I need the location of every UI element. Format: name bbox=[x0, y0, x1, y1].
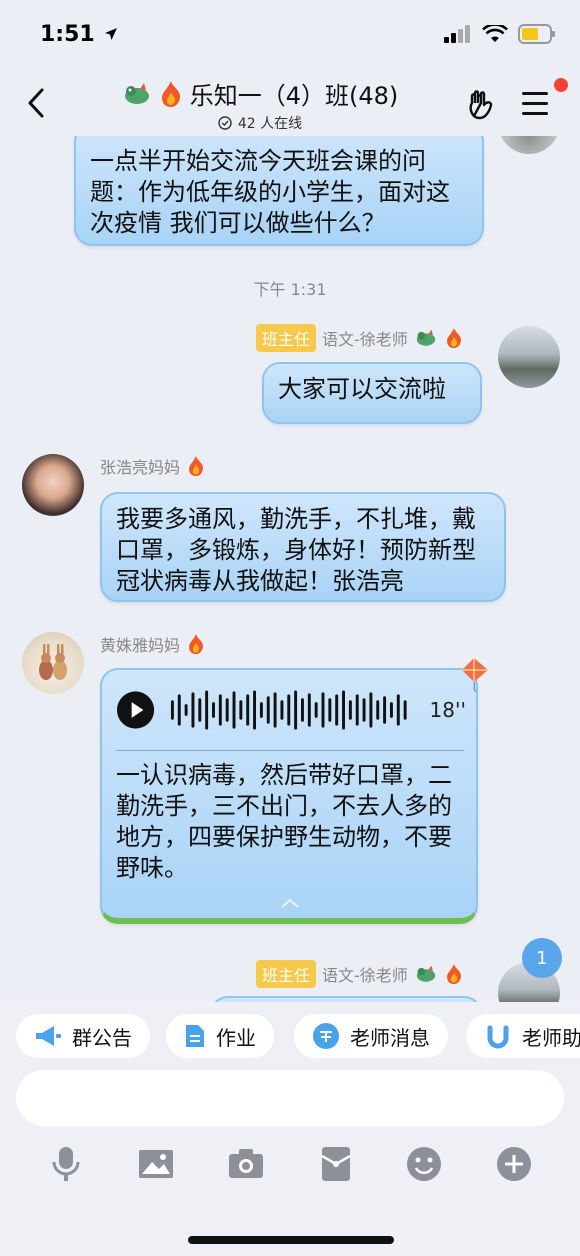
status-bar: 1:51 bbox=[0, 0, 580, 70]
voice-message-bubble[interactable]: 18'' 一认识病毒，然后带好口罩，二勤洗手，三不出门，不去人多的地方，四要保护… bbox=[100, 668, 478, 924]
clock-text: 1:51 bbox=[40, 22, 95, 47]
teacher-assistant-button[interactable]: 老师助 bbox=[466, 1014, 580, 1058]
gesture-hand-icon[interactable] bbox=[466, 88, 500, 122]
dragon-icon bbox=[416, 329, 436, 346]
signal-icon bbox=[444, 25, 470, 43]
message-bubble[interactable]: 我要多通风，勤洗手，不扎堆，戴口罩，多锻炼，身体好！预防新型冠状病毒从我做起！张… bbox=[100, 492, 506, 602]
announcement-button[interactable]: 群公告 bbox=[16, 1014, 150, 1058]
play-icon[interactable] bbox=[116, 690, 155, 730]
sender-row: 黄姝雅妈妈 bbox=[100, 632, 206, 656]
message-bubble[interactable]: 一点半开始交流今天班会课的问题：作为低年级的小学生，面对这次疫情 我们可以做些什… bbox=[74, 136, 484, 246]
online-status-icon bbox=[218, 116, 232, 130]
sender-row: 张浩亮妈妈 bbox=[100, 454, 206, 478]
chat-area[interactable]: 一点半开始交流今天班会课的问题：作为低年级的小学生，面对这次疫情 我们可以做些什… bbox=[0, 136, 580, 1002]
document-icon bbox=[186, 1025, 204, 1047]
quick-action-bar: 群公告 作业 老师消息 老师助 bbox=[0, 1002, 580, 1070]
input-area bbox=[0, 1070, 580, 1256]
fire-icon bbox=[189, 634, 204, 654]
microphone-icon[interactable] bbox=[46, 1144, 86, 1184]
home-indicator[interactable] bbox=[188, 1236, 394, 1244]
message-input[interactable] bbox=[16, 1070, 564, 1126]
teacher-messages-label: 老师消息 bbox=[350, 1025, 430, 1050]
timestamp: 下午 1:31 bbox=[253, 280, 327, 299]
back-icon[interactable] bbox=[22, 86, 52, 120]
wifi-icon bbox=[482, 25, 508, 42]
fire-icon bbox=[446, 964, 461, 984]
fire-icon bbox=[446, 328, 461, 348]
sender-name: 黄姝雅妈妈 bbox=[100, 636, 181, 655]
message-bubble[interactable]: 大家可以交流啦 bbox=[262, 362, 482, 424]
teacher-messages-button[interactable]: 老师消息 bbox=[294, 1014, 448, 1058]
voice-duration: 18'' bbox=[429, 697, 466, 722]
fire-icon bbox=[189, 456, 204, 476]
status-time: 1:51 bbox=[40, 22, 118, 47]
collapse-chevron-icon[interactable] bbox=[280, 898, 300, 908]
dragon-icon bbox=[124, 82, 149, 104]
megaphone-icon bbox=[36, 1026, 61, 1046]
avatar-teacher-partial[interactable] bbox=[498, 136, 560, 154]
red-packet-icon[interactable] bbox=[316, 1144, 356, 1184]
voice-player[interactable]: 18'' bbox=[116, 684, 466, 736]
sender-row: 班主任 语文-徐老师 bbox=[256, 324, 464, 352]
fire-icon bbox=[161, 80, 180, 107]
battery-icon bbox=[518, 24, 555, 44]
role-badge: 班主任 bbox=[256, 324, 317, 352]
homework-label: 作业 bbox=[216, 1025, 256, 1050]
plus-icon[interactable] bbox=[494, 1144, 534, 1184]
announcement-label: 群公告 bbox=[72, 1025, 132, 1050]
nav-bar: 乐知一（4）班(48) 42 人在线 bbox=[0, 70, 580, 136]
chat-title-text: 乐知一（4）班(48) bbox=[189, 82, 399, 110]
sender-name: 语文-徐老师 bbox=[322, 330, 408, 349]
camera-icon[interactable] bbox=[226, 1144, 266, 1184]
sender-row: 班主任 语文-徐老师 bbox=[256, 960, 464, 988]
avatar-parent-huang[interactable] bbox=[22, 632, 84, 694]
status-icons bbox=[444, 24, 556, 44]
rabbit-figures-icon bbox=[39, 644, 67, 680]
dragon-icon bbox=[416, 965, 436, 982]
notification-dot bbox=[554, 78, 568, 92]
unread-badge[interactable]: 1 bbox=[522, 938, 562, 978]
homework-button[interactable]: 作业 bbox=[166, 1014, 274, 1058]
sender-name: 语文-徐老师 bbox=[322, 966, 408, 985]
divider bbox=[116, 750, 464, 751]
image-icon[interactable] bbox=[136, 1144, 176, 1184]
kite-icon bbox=[462, 658, 488, 693]
teacher-assistant-label: 老师助 bbox=[522, 1025, 580, 1050]
online-count: 42 人在线 bbox=[237, 116, 303, 132]
sender-name: 张浩亮妈妈 bbox=[100, 458, 181, 477]
message-text: 大家可以交流啦 bbox=[278, 375, 446, 403]
emoji-icon[interactable] bbox=[404, 1144, 444, 1184]
teacher-icon bbox=[313, 1023, 339, 1049]
message-text: 一点半开始交流今天班会课的问题：作为低年级的小学生，面对这次疫情 我们可以做些什… bbox=[90, 147, 450, 237]
location-arrow-icon bbox=[105, 28, 118, 40]
avatar-teacher[interactable] bbox=[498, 326, 560, 388]
avatar-parent-zhang[interactable] bbox=[22, 454, 84, 516]
assistant-icon bbox=[487, 1025, 509, 1049]
chat-title[interactable]: 乐知一（4）班(48) 42 人在线 bbox=[110, 76, 410, 133]
role-badge: 班主任 bbox=[256, 960, 317, 988]
transcript-text: 一认识病毒，然后带好口罩，二勤洗手，三不出门，不去人多的地方，四要保护野生动物，… bbox=[116, 761, 452, 882]
menu-icon[interactable] bbox=[520, 88, 556, 120]
waveform-icon bbox=[171, 690, 407, 730]
message-text: 我要多通风，勤洗手，不扎堆，戴口罩，多锻炼，身体好！预防新型冠状病毒从我做起！张… bbox=[116, 505, 476, 595]
